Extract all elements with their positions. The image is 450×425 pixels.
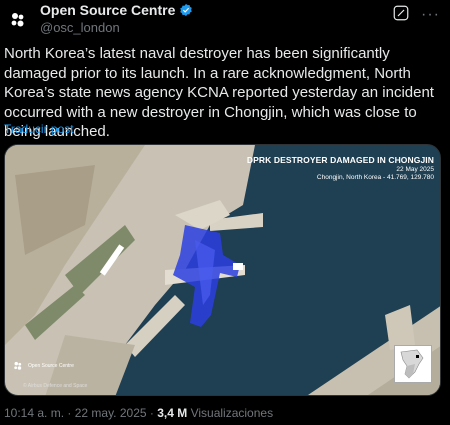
image-title: DPRK DESTROYER DAMAGED IN CHONGJIN	[246, 155, 434, 165]
post-date[interactable]: 22 may. 2025	[75, 406, 147, 420]
translate-post-link[interactable]: Traducir post	[4, 122, 74, 136]
image-location: Chongjin, North Korea - 41.769, 129.780	[316, 174, 434, 181]
inset-locator-map	[394, 345, 432, 383]
image-logo-text: Open Source Centre	[28, 362, 74, 369]
tweet-header: Open Source Centre @osc_london ···	[0, 0, 450, 40]
display-name[interactable]: Open Source Centre	[40, 2, 175, 18]
verified-badge-icon	[180, 3, 193, 17]
author-handle[interactable]: @osc_london	[40, 20, 120, 35]
image-credit: © Airbus Defence and Space	[23, 383, 88, 389]
views-count: 3,4 M	[157, 406, 188, 420]
views-label: Visualizaciones	[190, 406, 274, 420]
image-osc-logo: Open Source Centre	[11, 359, 74, 373]
more-options-button[interactable]: ···	[421, 6, 440, 24]
osc-watermark-icon	[14, 361, 22, 370]
author-name-row[interactable]: Open Source Centre	[40, 2, 193, 18]
image-date: 22 May 2025	[396, 166, 434, 173]
meta-separator: ·	[146, 406, 158, 420]
tweet-metadata: 10:14 a. m. · 22 may. 2025 · 3,4 M Visua…	[4, 406, 273, 420]
osc-logo-icon[interactable]	[4, 6, 32, 34]
meta-separator: ·	[64, 406, 75, 420]
grok-icon[interactable]	[392, 4, 410, 22]
tweet-media-image[interactable]: DPRK DESTROYER DAMAGED IN CHONGJIN 22 Ma…	[4, 144, 441, 396]
post-time[interactable]: 10:14 a. m.	[4, 406, 64, 420]
